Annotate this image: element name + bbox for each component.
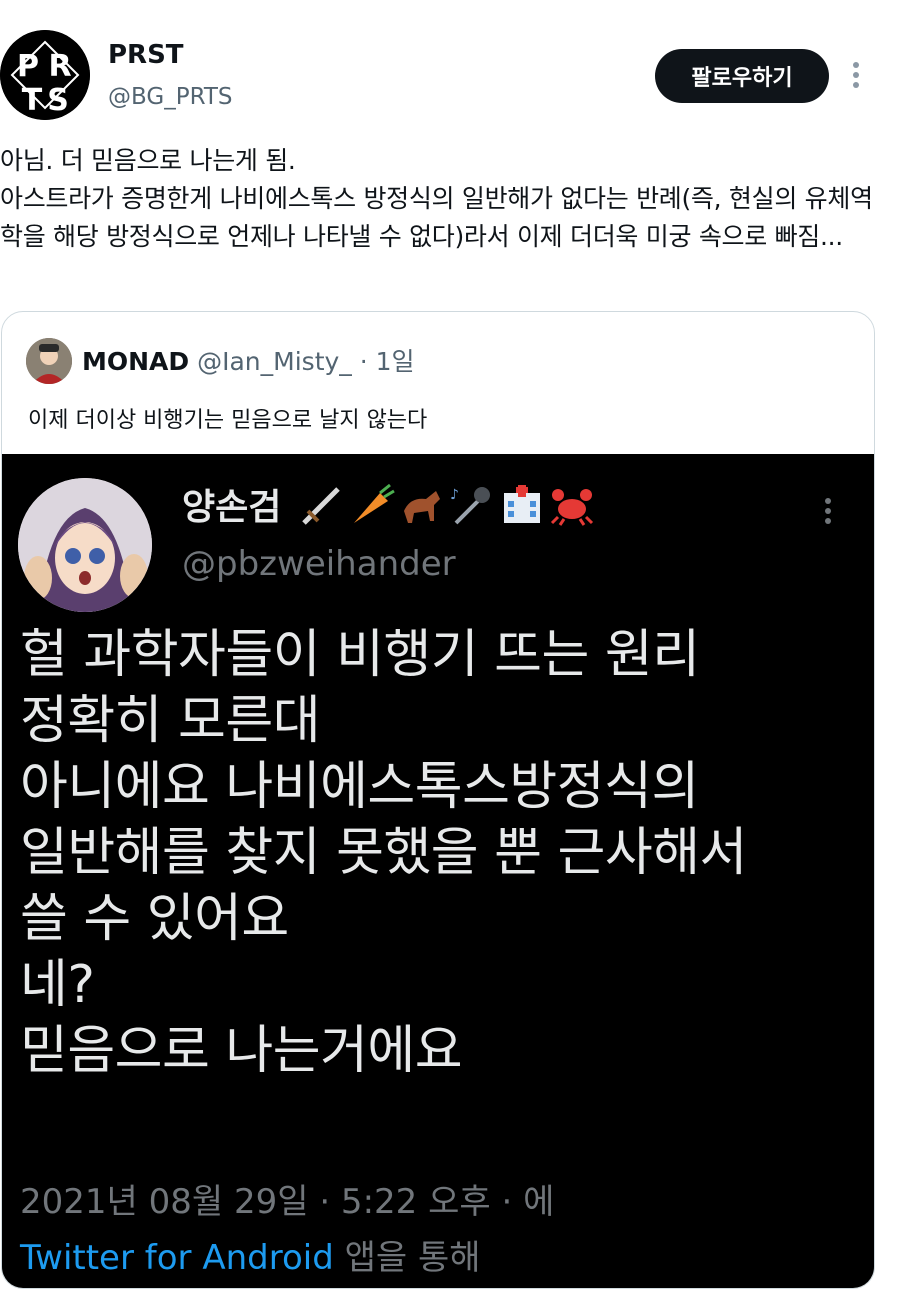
prts-logo-icon: P R T S <box>0 30 90 120</box>
inner-source-suffix: 앱을 통해 <box>333 1238 481 1278</box>
quoted-tweet-text: 이제 더이상 비행기는 믿음으로 날지 않는다 <box>28 408 428 433</box>
carrot-icon <box>353 483 395 523</box>
quoted-time: · 1일 <box>359 347 415 376</box>
hospital-icon <box>503 484 540 523</box>
svg-text:S: S <box>47 83 69 118</box>
inner-handle: @pbzweihander <box>182 544 456 584</box>
quoted-tweet-card[interactable]: MONAD @Ian_Misty_ · 1일 이제 더이상 비행기는 믿음으로 … <box>1 311 875 1289</box>
svg-text:♪: ♪ <box>450 487 459 503</box>
more-options-icon[interactable] <box>843 58 869 98</box>
svg-text:R: R <box>48 49 71 84</box>
horse-icon <box>403 490 440 523</box>
inner-more-icon <box>818 494 838 534</box>
crab-icon <box>550 488 593 526</box>
tweet-text: 아님. 더 믿음으로 나는게 됨. 아스트라가 증명한게 나비에스톡스 방정식의… <box>0 146 873 251</box>
inner-avatar <box>18 478 152 612</box>
author-handle[interactable]: @BG_PRTS <box>108 84 233 110</box>
author-display-name[interactable]: PRST <box>108 40 184 70</box>
inner-date: 2021년 08월 29일 · 5:22 오후 · 에 <box>20 1182 555 1222</box>
quoted-tweet-image[interactable]: 양손검 ♪ @pbzweihander 헐 과학자들이 비행기 뜨는 원리 정확… <box>2 454 874 1288</box>
author-avatar[interactable]: P R T S <box>0 30 90 120</box>
inner-tweet-text: 헐 과학자들이 비행기 뜨는 원리 정확히 모른대 아니에요 나비에스톡스방정식… <box>20 625 747 1081</box>
quoted-author-avatar <box>26 338 72 384</box>
quoted-handle[interactable]: @Ian_Misty_ <box>197 347 352 376</box>
inner-source: Twitter for Android 앱을 통해 <box>20 1230 481 1279</box>
follow-button[interactable]: 팔로우하기 <box>655 49 829 103</box>
dagger-icon <box>302 486 340 525</box>
inner-display-name: 양손검 ♪ <box>182 478 600 536</box>
quoted-display-name[interactable]: MONAD <box>82 347 189 376</box>
svg-text:P: P <box>17 49 39 84</box>
inner-source-link: Twitter for Android <box>20 1238 334 1278</box>
quoted-tweet-meta: MONAD @Ian_Misty_ · 1일 <box>82 342 415 378</box>
svg-text:T: T <box>22 83 43 118</box>
microphone-icon: ♪ <box>450 486 490 524</box>
